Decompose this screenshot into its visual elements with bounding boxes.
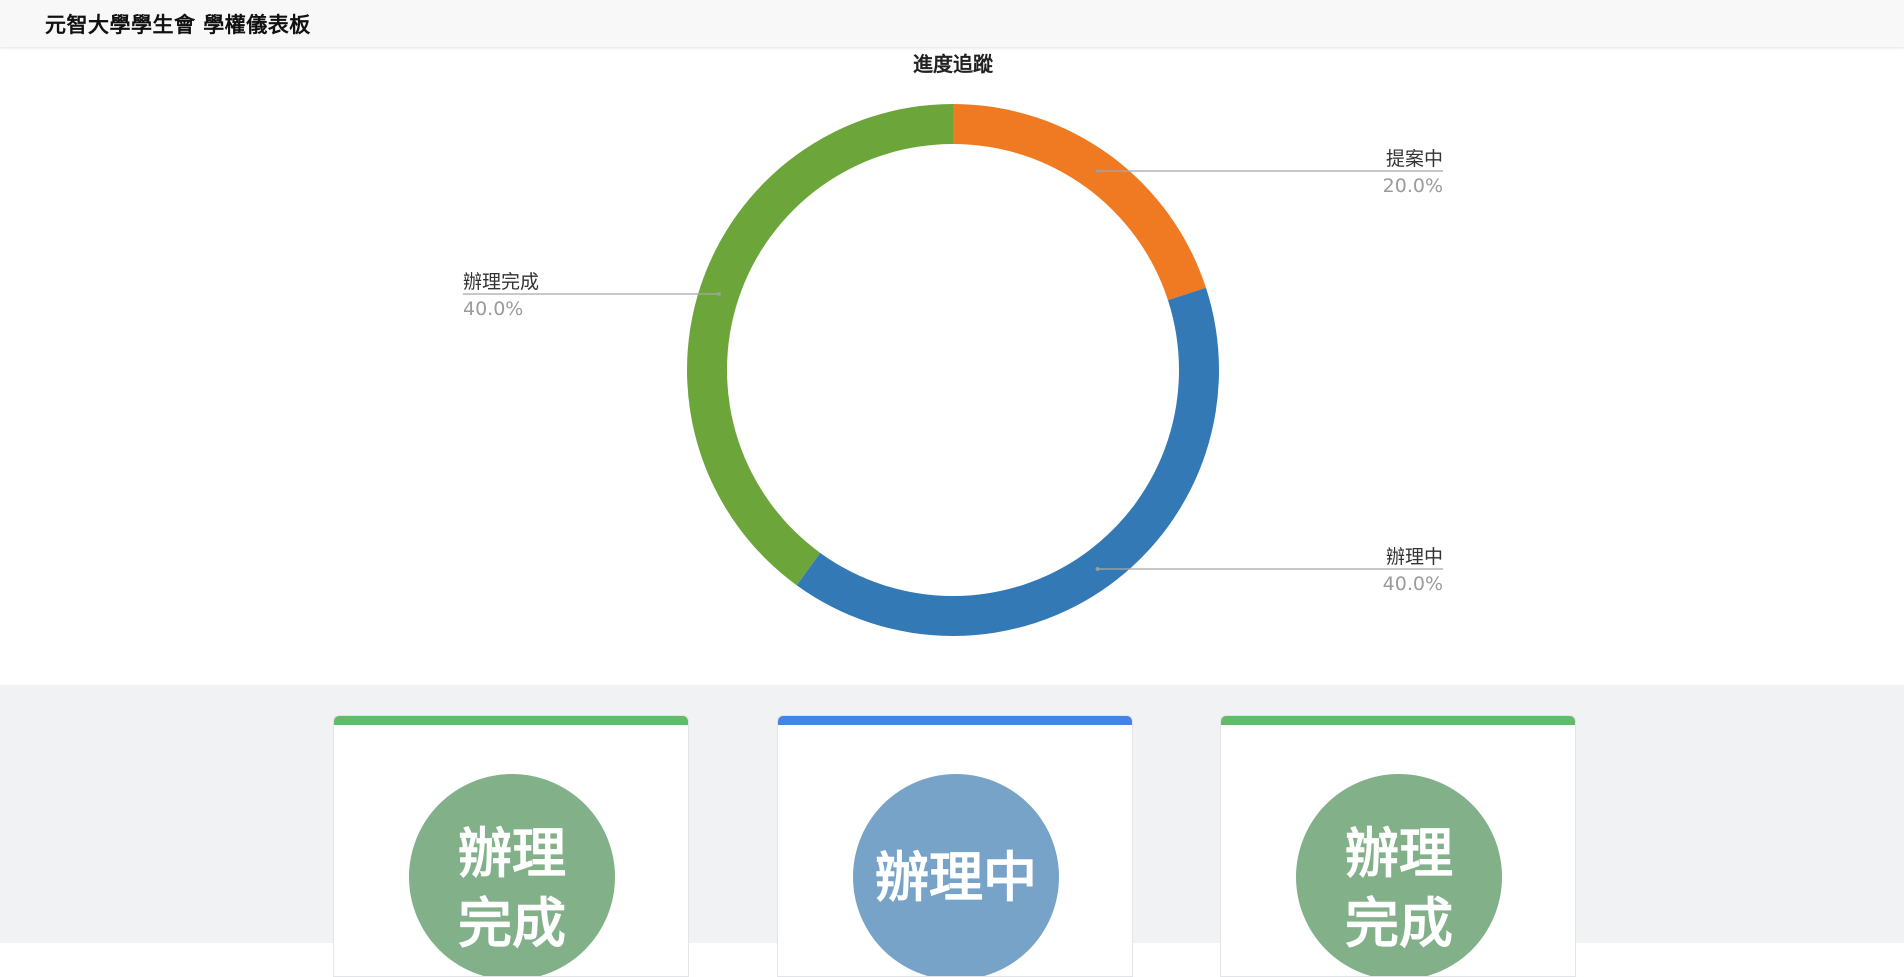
card-accent-bar [334, 716, 688, 725]
slice-callout: 辦理完成 40.0% [463, 271, 722, 320]
slice-label: 辦理完成 [463, 271, 539, 293]
slice-percent-label: 40.0% [463, 298, 523, 320]
status-badge-label: 辦理 完成 [1345, 821, 1453, 955]
status-badge: 辦理 完成 [409, 774, 615, 976]
donut-slice[interactable] [796, 287, 1219, 637]
status-card-3[interactable]: 辦理 完成 [1220, 715, 1576, 977]
donut-slice[interactable] [686, 104, 953, 586]
chart-title: 進度追蹤 [913, 52, 994, 76]
card-accent-bar [1221, 716, 1575, 725]
card-accent-bar [778, 716, 1132, 725]
slice-percent-label: 40.0% [1383, 573, 1443, 595]
status-badge: 辦理 完成 [1296, 774, 1502, 976]
top-bar: 元智大學學生會 學權儀表板 [0, 0, 1904, 47]
slice-label: 辦理中 [1386, 546, 1443, 568]
app-title: 元智大學學生會 學權儀表板 [45, 13, 311, 37]
status-card-1[interactable]: 辦理 完成 [333, 715, 689, 977]
progress-donut-chart: 進度追蹤 提案中 20.0% 辦理中 40.0% 辦理完成 40.0% [463, 52, 1443, 637]
donut-slice[interactable] [953, 104, 1206, 301]
status-badge: 辦理中 [853, 774, 1059, 976]
slice-percent-label: 20.0% [1383, 175, 1443, 197]
slice-callout: 辦理中 40.0% [1095, 546, 1443, 595]
status-cards: 辦理 完成 辦理中 辦理 完成 [0, 685, 1904, 977]
status-badge-label: 辦理 完成 [458, 821, 566, 955]
progress-chart-panel: 進度追蹤 提案中 20.0% 辦理中 40.0% 辦理完成 40.0% [0, 47, 1904, 685]
status-badge-label: 辦理中 [875, 845, 1037, 909]
slice-label: 提案中 [1386, 148, 1443, 170]
status-card-2[interactable]: 辦理中 [777, 715, 1133, 977]
